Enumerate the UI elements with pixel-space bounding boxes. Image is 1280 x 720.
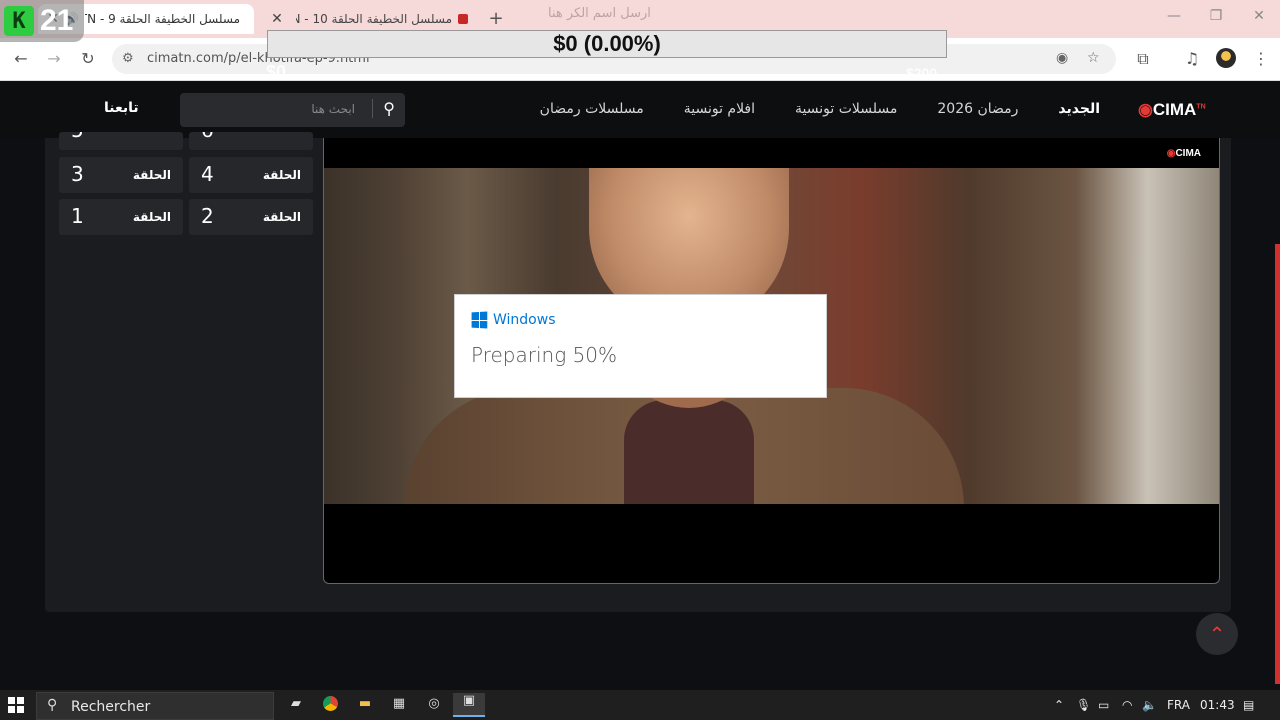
- clock[interactable]: 01:43: [1200, 698, 1235, 712]
- minimize-button[interactable]: —: [1162, 8, 1186, 24]
- taskbar-search[interactable]: ⚲ Rechercher: [36, 692, 274, 720]
- episode-item[interactable]: 3 الحلقة: [59, 157, 183, 193]
- episode-number: 3: [71, 162, 84, 186]
- favicon-icon: [458, 14, 468, 24]
- donation-progress-bar: $0 (0.00%): [267, 30, 947, 58]
- windows-preparing-dialog: Windows Preparing 50%: [454, 294, 827, 398]
- episode-label: الحلقة: [132, 210, 171, 224]
- badge-logo: K: [4, 6, 34, 36]
- search-icon[interactable]: ⚲: [372, 99, 395, 118]
- episode-number: 1: [71, 204, 84, 228]
- site-navbar: تابعنا ابحث هنا ⚲ الجديد رمضان 2026 مسلس…: [0, 82, 1280, 138]
- episode-item[interactable]: 5: [59, 132, 183, 150]
- page-scrollbar[interactable]: [1275, 244, 1280, 684]
- file-explorer-icon[interactable]: ▬: [355, 696, 375, 714]
- episode-label: الحلقة: [262, 168, 301, 182]
- scroll-to-top-button[interactable]: ⌃: [1196, 613, 1238, 655]
- episode-label: الحلقة: [132, 168, 171, 182]
- windows-logo-icon: [471, 311, 488, 329]
- site-info-icon[interactable]: ⚙: [122, 51, 134, 66]
- nav-new[interactable]: الجديد: [1058, 101, 1100, 117]
- windows-brand: Windows: [471, 311, 556, 329]
- video-person-collar: [624, 400, 754, 504]
- restore-button[interactable]: ❐: [1204, 8, 1228, 24]
- episode-item[interactable]: 1 الحلقة: [59, 199, 183, 235]
- notifications-icon[interactable]: ▤: [1243, 698, 1254, 712]
- donation-amount: $0 (0.00%): [553, 31, 661, 56]
- close-tab-icon[interactable]: ✕: [270, 11, 284, 27]
- volume-icon[interactable]: 🔈: [1142, 698, 1157, 712]
- taskbar-search-input[interactable]: Rechercher: [71, 699, 150, 715]
- donation-min-label: $0: [266, 62, 287, 82]
- score-badge: K 21: [0, 0, 84, 42]
- episode-number: 4: [201, 162, 214, 186]
- forward-arrow-icon[interactable]: →: [43, 49, 65, 68]
- main-menu: الجديد رمضان 2026 مسلسلات تونسية افلام ت…: [500, 101, 1100, 117]
- nav-tunisian-movies[interactable]: افلام تونسية: [684, 101, 755, 117]
- site-logo[interactable]: ◉CIMATN: [1138, 100, 1206, 120]
- episode-item[interactable]: 6: [189, 132, 313, 150]
- star-icon[interactable]: ☆: [1087, 50, 1100, 66]
- nav-tunisian-series[interactable]: مسلسلات تونسية: [795, 101, 897, 117]
- windows-taskbar: ⚲ Rechercher ▰ ▬ ▦ ◎ ▣ ⌃ 🎙 ▭ ◠ 🔈 FRA 01:…: [0, 690, 1280, 720]
- microphone-icon[interactable]: 🎙: [1076, 698, 1091, 712]
- chrome-icon[interactable]: [320, 696, 340, 714]
- close-window-button[interactable]: ✕: [1247, 8, 1271, 24]
- start-button[interactable]: [8, 697, 24, 713]
- media-icon[interactable]: ♫: [1181, 49, 1203, 68]
- episode-number: 2: [201, 204, 214, 228]
- chevron-up-icon: ⌃: [1208, 622, 1226, 646]
- extensions-icon[interactable]: ⧉: [1132, 49, 1154, 69]
- obs-icon[interactable]: ◎: [424, 696, 444, 714]
- chevron-up-icon[interactable]: ⌃: [1054, 698, 1064, 712]
- battery-icon[interactable]: ▭: [1098, 698, 1109, 712]
- site-search[interactable]: ابحث هنا ⚲: [180, 93, 405, 127]
- donation-max-label: $200: [906, 65, 938, 81]
- tab-title: مسلسل الخطيفة الحلقة 10 - CIMA TN: [296, 12, 452, 26]
- store-icon[interactable]: ▦: [389, 696, 409, 714]
- back-arrow-icon[interactable]: ←: [10, 49, 32, 68]
- tradingview-icon[interactable]: ▰: [286, 696, 306, 714]
- profile-avatar[interactable]: [1216, 48, 1236, 68]
- follow-us-link[interactable]: تابعنا: [104, 100, 139, 116]
- preparing-message: Preparing 50%: [471, 343, 618, 367]
- menu-icon[interactable]: ⋮: [1250, 49, 1272, 68]
- nav-ramadan-2026[interactable]: رمضان 2026: [937, 101, 1018, 117]
- reload-icon[interactable]: ↻: [77, 49, 99, 68]
- episode-label: الحلقة: [262, 210, 301, 224]
- nav-ramadan-series[interactable]: مسلسلات رمضان: [540, 101, 644, 117]
- search-input[interactable]: ابحث هنا: [311, 102, 355, 116]
- tab-title: مسلسل الخطيفة الحلقة 9 - CIMA TN: [85, 12, 240, 26]
- overlay-prompt-text: ارسل اسم الكر هنا: [548, 6, 651, 21]
- badge-number: 21: [40, 4, 74, 37]
- episode-item[interactable]: 4 الحلقة: [189, 157, 313, 193]
- language-indicator[interactable]: FRA: [1167, 698, 1190, 712]
- wifi-icon[interactable]: ◠: [1122, 698, 1132, 712]
- episode-item[interactable]: 2 الحلقة: [189, 199, 313, 235]
- eye-off-icon[interactable]: ◉: [1056, 50, 1068, 66]
- search-icon: ⚲: [47, 697, 58, 713]
- screen: ✕ 🔊 مسلسل الخطيفة الحلقة 9 - CIMA TN ✕ م…: [0, 0, 1280, 720]
- new-tab-button[interactable]: +: [486, 8, 506, 29]
- active-app-icon[interactable]: ▣: [453, 693, 485, 717]
- player-watermark: ◉CIMA: [1166, 148, 1201, 159]
